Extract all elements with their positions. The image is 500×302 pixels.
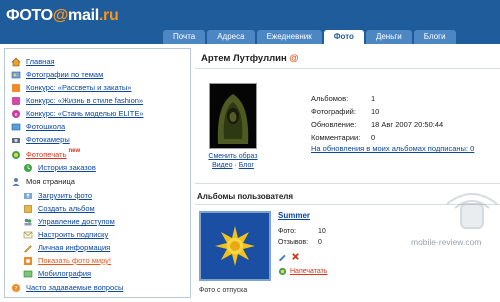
album-name-link[interactable]: Summer xyxy=(278,211,310,220)
main-content: Артем Лутфуллин @ Сменить образ Видео · … xyxy=(195,48,500,302)
album-actions xyxy=(278,252,300,261)
site-header: ФОТО@mail.ru Почта Адреса Ежедневник Фот… xyxy=(0,0,500,44)
sidebar-item-subscription[interactable]: Настроить подписку xyxy=(23,229,108,240)
sidebar-item-order-history[interactable]: История заказов xyxy=(23,162,96,173)
delete-x-icon[interactable] xyxy=(291,252,300,261)
sidebar-item-upload[interactable]: Загрузить фото xyxy=(23,190,92,201)
svg-text:?: ? xyxy=(14,284,17,292)
subscribers-link[interactable]: На обновления в моих альбомах подписаны:… xyxy=(311,144,474,153)
album-thumbnail[interactable] xyxy=(199,211,271,281)
tab-addresses[interactable]: Адреса xyxy=(207,30,255,44)
upload-icon xyxy=(24,192,32,199)
sidebar-item-contest-fashion[interactable]: Конкурс: «Жизнь в стиле fashion» xyxy=(11,95,143,106)
sidebar-item-contest-elite[interactable]: e Конкурс: «Стань моделью ELITE» xyxy=(11,108,144,119)
person-icon xyxy=(12,177,20,186)
sidebar-item-school[interactable]: Фотошкола xyxy=(11,121,65,132)
contest-icon xyxy=(12,96,20,105)
contest-icon xyxy=(12,83,20,92)
album-icon xyxy=(24,204,32,213)
faq-icon: ? xyxy=(12,283,20,292)
stat-updated: Обновление: 18 Авг 2007 20:50:44 xyxy=(311,120,444,129)
stat-photos: Фотографий: 10 xyxy=(311,107,380,116)
photos-icon xyxy=(11,71,21,78)
sidebar-item-home[interactable]: Главная xyxy=(11,56,55,67)
top-tabs: Почта Адреса Ежедневник Фото Деньги Блог… xyxy=(163,30,458,44)
new-badge: new xyxy=(68,147,81,154)
sidebar-item-mobile[interactable]: Мобилография xyxy=(23,268,91,279)
profile-stats: Альбомов: 1 Фотографий: 10 Обновление: 18 А… xyxy=(311,92,443,144)
sidebar-item-show-world[interactable]: Показать фото миру! xyxy=(23,255,111,266)
logo-ru: .ru xyxy=(98,7,119,24)
logo-mail: mail xyxy=(68,7,99,24)
stat-albums: Альбомов: 1 xyxy=(311,94,376,103)
avatar-links: Сменить образ Видео · Блог xyxy=(208,153,258,169)
sidebar-item-themes[interactable]: Фотографии по темам xyxy=(11,69,103,80)
mail-at-icon: @ xyxy=(289,53,299,64)
sidebar-item-cameras[interactable]: Фотокамеры xyxy=(11,134,70,145)
sidebar-item-create-album[interactable]: Создать альбом xyxy=(23,203,95,214)
tab-mail[interactable]: Почта xyxy=(163,30,206,44)
home-icon xyxy=(11,57,21,66)
blog-link[interactable]: Блог xyxy=(239,162,254,169)
edit-pencil-icon[interactable] xyxy=(278,252,287,261)
sidebar-item-print[interactable]: Фотопечать new xyxy=(11,147,81,160)
sidebar-item-access[interactable]: Управление доступом xyxy=(23,216,115,227)
logo-text: ФОТО xyxy=(6,7,53,24)
album-caption: Фото с отпуска xyxy=(199,287,248,294)
divider xyxy=(195,68,500,69)
school-icon xyxy=(11,123,21,130)
sidebar-item-contest-sunrise[interactable]: Конкурс: «Рассветы и закаты» xyxy=(11,82,131,93)
video-link[interactable]: Видео xyxy=(212,162,232,169)
profile-name: Артем Лутфуллин @ xyxy=(201,53,299,64)
tab-calendar[interactable]: Ежедневник xyxy=(256,30,322,44)
sidebar: Главная Фотографии по темам Конкурс: «Ра… xyxy=(4,48,191,298)
sidebar-item-personal-info[interactable]: Личная информация xyxy=(23,242,110,253)
print-album[interactable]: Напечатать xyxy=(278,267,328,276)
tab-money[interactable]: Деньги xyxy=(365,30,412,44)
svg-text:e: e xyxy=(14,112,17,118)
history-icon xyxy=(24,163,32,172)
print-link[interactable]: Напечатать xyxy=(290,268,328,275)
mobile-icon xyxy=(23,270,33,277)
share-icon xyxy=(24,256,32,265)
tab-blogs[interactable]: Блоги xyxy=(413,30,456,44)
watermark-phone-icon xyxy=(446,193,498,229)
subscription-icon xyxy=(23,231,33,238)
access-icon xyxy=(24,218,32,225)
sun-image xyxy=(201,213,269,279)
hooded-figure-image xyxy=(210,84,256,148)
tab-photo[interactable]: Фото xyxy=(323,30,364,44)
stat-comments: Комментарии: 0 xyxy=(311,133,376,142)
sidebar-item-my-page: Моя страница xyxy=(11,176,75,187)
logo-at: @ xyxy=(52,7,69,24)
watermark-text: mobile-review.com xyxy=(411,237,482,247)
print-icon xyxy=(12,150,20,159)
info-icon xyxy=(24,244,32,252)
print-icon xyxy=(278,267,287,276)
album-stats: Фото: 10 Отзывов: 0 xyxy=(278,228,326,246)
albums-title: Альбомы пользователя xyxy=(197,192,294,201)
change-avatar-link[interactable]: Сменить образ xyxy=(208,153,257,160)
sidebar-item-faq[interactable]: ? Часто задаваемые вопросы xyxy=(11,282,123,293)
camera-icon xyxy=(12,137,20,143)
contest-icon: e xyxy=(12,109,20,118)
avatar[interactable] xyxy=(209,83,257,149)
logo[interactable]: ФОТО@mail.ru xyxy=(6,7,119,25)
